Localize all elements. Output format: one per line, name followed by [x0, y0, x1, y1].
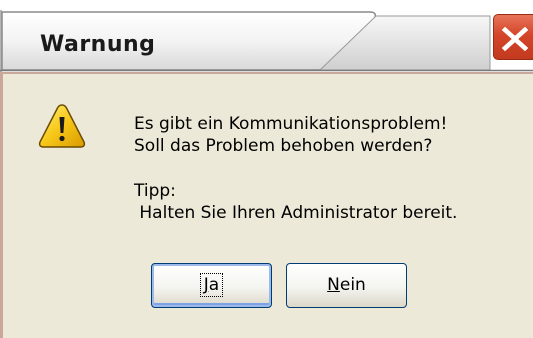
- message-line-2: Soll das Problem behoben werden?: [134, 136, 433, 156]
- yes-button[interactable]: Ja: [151, 263, 272, 308]
- warning-dialog: Warnung Es gibt ein Kommunikationsproble…: [0, 0, 533, 338]
- tip-label: Tipp:: [134, 181, 176, 201]
- frame-divider: [0, 72, 533, 74]
- focus-indicator: Ja: [199, 273, 224, 297]
- message-line-1: Es gibt ein Kommunikationsproblem!: [134, 114, 448, 134]
- title-bar[interactable]: Warnung: [0, 0, 533, 72]
- tip-text: Halten Sie Ihren Administrator bereit.: [134, 203, 458, 223]
- warning-icon: [38, 104, 86, 148]
- no-button[interactable]: Nein: [286, 263, 407, 308]
- close-button[interactable]: [493, 14, 533, 60]
- close-x-icon: [501, 26, 529, 52]
- window-title: Warnung: [40, 32, 156, 57]
- dialog-body: Es gibt ein Kommunikationsproblem! Soll …: [0, 72, 533, 338]
- no-button-label: ein: [339, 275, 366, 295]
- no-button-mnemonic: N: [327, 275, 340, 295]
- frame-left-border: [0, 72, 3, 338]
- yes-button-label: a: [208, 275, 220, 295]
